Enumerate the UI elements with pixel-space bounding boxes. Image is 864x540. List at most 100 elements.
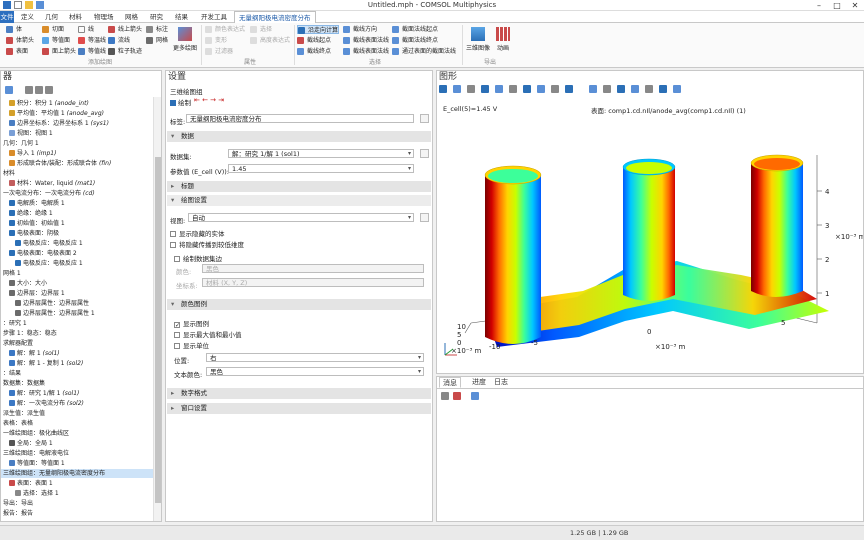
arrow-line-button[interactable]: 线上箭头 <box>108 25 142 34</box>
cutplane-normal-end-button[interactable]: 截面法线终点 <box>392 36 438 45</box>
cutline-start-button[interactable]: 截线起点 <box>297 36 331 45</box>
tree-item[interactable]: 边界层属性：边界层属性 <box>1 299 154 308</box>
streamline-button[interactable]: 流线 <box>108 36 130 45</box>
animation-button[interactable]: 动画 <box>492 27 514 52</box>
select-icon[interactable] <box>589 85 597 93</box>
show-maxmin-checkbox[interactable]: 显示最大值和最小值 <box>174 329 242 339</box>
section-number-format[interactable]: 数字格式 <box>167 388 431 399</box>
tree-item[interactable]: 报告：报告 <box>1 509 154 518</box>
tree-scrollbar[interactable] <box>153 97 161 521</box>
minimize-icon[interactable]: – <box>810 0 828 11</box>
isosurface-button[interactable]: 等值面 <box>42 36 70 45</box>
tree-item[interactable]: 等值面：等值面 1 <box>1 459 154 468</box>
mesh-button[interactable]: 网格 <box>146 36 168 45</box>
section-color-legend[interactable]: 颜色图例 <box>167 299 431 310</box>
3d-plot[interactable]: 4 3 2 1 ×10⁻³ m -10 -5 0 5 ×10⁻³ m 10 5 … <box>437 115 863 373</box>
tree-item[interactable]: 全局：全局 1 <box>1 439 154 448</box>
close-icon[interactable]: ✕ <box>846 0 864 11</box>
plot-dataset-edges-checkbox[interactable]: 绘制数据集边 <box>174 253 222 263</box>
tree-item[interactable]: 电极反应：电极反应 1 <box>1 239 154 248</box>
section-window-settings[interactable]: 窗口设置 <box>167 403 431 414</box>
tree-item[interactable]: 导出：导出 <box>1 499 154 508</box>
zoom-extents-icon[interactable] <box>481 85 489 93</box>
tab-results[interactable]: 结果 <box>175 11 188 23</box>
tree-item[interactable]: 步骤 1：稳态：稳态 <box>1 329 154 338</box>
param-select[interactable]: 1.45 ▾ <box>228 164 414 173</box>
view-xy-icon[interactable] <box>537 85 545 93</box>
show-legend-checkbox[interactable]: ✓ 显示图例 <box>174 318 209 329</box>
tree-item[interactable]: 形成联合体/装配：形成联合体 (fin) <box>1 159 154 168</box>
tree-item[interactable]: 解：一次电流分布 (sol2) <box>1 399 154 408</box>
annotation-button[interactable]: 标注 <box>146 25 168 34</box>
contour-button[interactable]: 等温线 <box>78 36 106 45</box>
tab-physics[interactable]: 物理场 <box>94 11 114 23</box>
cutline-end-button[interactable]: 截线终点 <box>297 47 331 56</box>
evaluate-along-button[interactable]: 沿走向计算 <box>297 25 340 34</box>
tree-item[interactable]: 绝缘：绝缘 1 <box>1 209 154 218</box>
tab-progress[interactable]: 进度 <box>469 377 489 388</box>
tree-item[interactable]: 电解质：电解质 1 <box>1 199 154 208</box>
tree-item[interactable]: 表面：表面 1 <box>1 479 154 488</box>
tree-item[interactable]: 一次电流分布：一次电流分布 (cd) <box>1 189 154 198</box>
tab-mesh[interactable]: 网格 <box>125 11 138 23</box>
go-to-source-icon[interactable] <box>420 149 429 158</box>
print-icon[interactable] <box>673 85 681 93</box>
axis-icon[interactable] <box>523 85 531 93</box>
transparency-icon[interactable] <box>603 85 611 93</box>
zoom-in-icon[interactable] <box>439 85 447 93</box>
volume-button[interactable]: 体 <box>6 25 22 34</box>
tab-log[interactable]: 日志 <box>491 377 511 388</box>
show-units-checkbox[interactable]: 显示单位 <box>174 340 209 350</box>
dataset-select[interactable]: 解：研究 1/解 1 (sol1) ▾ <box>228 149 414 158</box>
tree-item[interactable]: 材料：Water, liquid (mat1) <box>1 179 154 188</box>
tree-item[interactable]: 视图：视图 1 <box>1 129 154 138</box>
deformation-button[interactable]: 变形 <box>205 36 227 45</box>
clear-icon[interactable] <box>441 392 449 400</box>
tree-item[interactable]: 边界坐标系：边界坐标系 1 (sys1) <box>1 119 154 128</box>
position-select[interactable]: 右 ▾ <box>206 353 424 362</box>
slice-button[interactable]: 切面 <box>42 25 64 34</box>
tree-item[interactable]: 积分：积分 1 (anode_int) <box>1 99 154 108</box>
arrow-surface-button[interactable]: 面上箭头 <box>42 47 76 56</box>
maximize-icon[interactable]: □ <box>828 0 846 11</box>
view-select[interactable]: 自动 ▾ <box>188 213 414 222</box>
view-zx-icon[interactable] <box>565 85 573 93</box>
tree-item[interactable]: 材料 <box>1 169 154 178</box>
section-plot-settings[interactable]: 绘图设置 <box>167 195 431 206</box>
show-hidden-checkbox[interactable]: 显示隐藏的实体 <box>170 228 225 238</box>
particle-tracing-button[interactable]: 粒子轨迹 <box>108 47 142 56</box>
zoom-out-icon[interactable] <box>453 85 461 93</box>
view-yz-icon[interactable] <box>551 85 559 93</box>
filter-button[interactable]: 过滤器 <box>205 47 233 56</box>
tree-item[interactable]: 几何：几何 1 <box>1 139 154 148</box>
cutline-surface-normal-2-button[interactable]: 截线表面法线 <box>343 47 389 56</box>
tree-item[interactable]: ：结果 <box>1 369 154 378</box>
color-select[interactable]: 黑色 <box>202 264 424 273</box>
grid-icon[interactable] <box>617 85 625 93</box>
tree-item[interactable]: 三维绘图组：无量纲阳极电流密度分布 <box>1 469 154 478</box>
tree-toolbar-icon[interactable] <box>5 86 13 94</box>
propagate-hiding-checkbox[interactable]: 将隐藏传播到较低维度 <box>170 239 244 249</box>
cutplane-through-surface-button[interactable]: 通过表面的截面法线 <box>392 47 456 56</box>
tree-item[interactable]: 电极表面：阴极 <box>1 229 154 238</box>
tree-item[interactable]: 边界层：边界层 1 <box>1 289 154 298</box>
tab-plot-group[interactable]: 无量纲阳极电流密度分布 <box>234 11 316 23</box>
tree-item[interactable]: 初始值：初始值 1 <box>1 219 154 228</box>
tab-file[interactable]: 文件 <box>0 11 14 23</box>
tab-geometry[interactable]: 几何 <box>45 11 58 23</box>
tree-item[interactable]: 求解器配置 <box>1 339 154 348</box>
collapse-icon[interactable] <box>25 86 33 94</box>
tree-item[interactable]: 平均值：平均值 1 (anode_avg) <box>1 109 154 118</box>
tab-messages[interactable]: 消息 <box>439 377 461 388</box>
section-data[interactable]: 数据 <box>167 131 431 142</box>
tree-item[interactable]: 解：解 1 (sol1) <box>1 349 154 358</box>
line-button[interactable]: 线 <box>78 25 94 34</box>
view-action-icon[interactable] <box>420 213 429 222</box>
surface-button[interactable]: 表面 <box>6 47 28 56</box>
more-plots-button[interactable]: 更多绘图 <box>172 27 198 52</box>
cutplane-normal-start-button[interactable]: 截面法线起点 <box>392 25 438 34</box>
tree-item[interactable]: 派生值：派生值 <box>1 409 154 418</box>
selection-attr-button[interactable]: 选择 <box>250 25 272 34</box>
scene-icon[interactable] <box>645 85 653 93</box>
tab-materials[interactable]: 材料 <box>69 11 82 23</box>
